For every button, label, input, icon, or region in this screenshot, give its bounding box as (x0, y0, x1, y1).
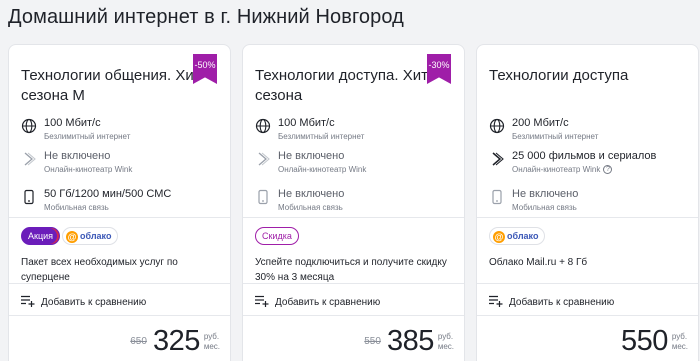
phone-icon (24, 189, 34, 205)
discount-tag: Скидка (255, 227, 299, 245)
price-unit: руб. мес. (672, 332, 688, 352)
divider (243, 217, 464, 218)
feature-caption-text: Онлайн-кинотеатр Wink (512, 165, 601, 174)
discount-badge: -30% (427, 54, 451, 84)
discount-badge: -50% (193, 54, 217, 84)
price: 385 (386, 325, 434, 357)
compare-list-icon (255, 295, 269, 307)
tariff-card-2[interactable]: Технологии доступа. Хит сезона -30% 100 … (242, 44, 465, 361)
oblako-label: облако (507, 231, 539, 241)
feature-caption: Онлайн-кинотеатр Wink (44, 165, 133, 174)
feature-value: 100 Мбит/с (278, 117, 335, 129)
divider (477, 283, 698, 284)
add-to-compare-button[interactable]: Добавить к сравнению (489, 295, 614, 308)
feature-value: Не включено (44, 150, 111, 162)
price-currency: руб. (671, 332, 688, 341)
phone-icon (258, 189, 268, 205)
action-tag: Акция (21, 227, 60, 245)
card-title[interactable]: Технологии доступа. Хит сезона (255, 66, 435, 106)
divider (243, 283, 464, 284)
feature-caption: Безлимитный интернет (512, 132, 599, 141)
feature-caption: Мобильная связь (278, 203, 343, 212)
price-currency: руб. (203, 332, 220, 341)
oblako-label: облако (80, 231, 112, 241)
divider (9, 315, 230, 316)
tv-tag-icon (258, 152, 270, 166)
tv-tag-icon (492, 152, 504, 166)
feature-value: 25 000 фильмов и сериалов (512, 150, 657, 162)
feature-caption: Безлимитный интернет (278, 132, 365, 141)
divider (9, 283, 230, 284)
tv-tag-icon (24, 152, 36, 166)
feature-value: 200 Мбит/с (512, 117, 569, 129)
old-price: 550 (364, 336, 381, 347)
price: 550 (620, 325, 668, 357)
compare-label: Добавить к сравнению (509, 297, 615, 308)
price-period: мес. (437, 342, 454, 351)
add-to-compare-button[interactable]: Добавить к сравнению (21, 295, 146, 308)
price-period: мес. (203, 342, 220, 351)
globe-icon (489, 118, 505, 134)
help-icon[interactable]: ? (603, 165, 613, 175)
divider (243, 315, 464, 316)
price-period: мес. (671, 342, 688, 351)
compare-label: Добавить к сравнению (41, 297, 147, 308)
price-unit: руб. мес. (204, 332, 220, 352)
price-block: 650 325 руб. мес. (130, 325, 220, 361)
price-block: 550 385 руб. мес. (364, 325, 454, 361)
feature-caption: Мобильная связь (44, 203, 109, 212)
tariff-card-1[interactable]: Технологии общения. Хит сезона М -50% 10… (8, 44, 231, 361)
divider (477, 315, 698, 316)
feature-value: Не включено (278, 188, 345, 200)
divider (9, 217, 230, 218)
promo-text: Успейте подключиться и получите скидку 3… (255, 257, 447, 283)
tariff-card-3[interactable]: Технологии доступа 200 Мбит/с Безлимитны… (476, 44, 699, 361)
card-title[interactable]: Технологии общения. Хит сезона М (21, 66, 201, 106)
price-unit: руб. мес. (438, 332, 454, 352)
globe-icon (21, 118, 37, 134)
feature-caption: Онлайн-кинотеатр Wink (278, 165, 367, 174)
feature-caption: Мобильная связь (512, 203, 577, 212)
divider (477, 217, 698, 218)
page-title: Домашний интернет в г. Нижний Новгород (8, 6, 404, 28)
price: 325 (152, 325, 200, 357)
compare-list-icon (489, 295, 503, 307)
phone-icon (492, 189, 502, 205)
feature-value: 50 Гб/1200 мин/500 СМС (44, 188, 172, 200)
compare-list-icon (21, 295, 35, 307)
oblako-logo-icon: @ (493, 231, 505, 243)
feature-value: 100 Мбит/с (44, 117, 101, 129)
oblako-logo-icon: @ (66, 231, 78, 243)
card-title[interactable]: Технологии доступа (489, 66, 669, 86)
promo-text: Облако Mail.ru + 8 Гб (489, 257, 588, 268)
add-to-compare-button[interactable]: Добавить к сравнению (255, 295, 380, 308)
feature-caption: Безлимитный интернет (44, 132, 131, 141)
price-block: 550 руб. мес. (621, 325, 688, 361)
feature-value: Не включено (278, 150, 345, 162)
price-currency: руб. (437, 332, 454, 341)
oblako-tag: @ облако (489, 227, 546, 245)
old-price: 650 (130, 336, 147, 347)
feature-value: Не включено (512, 188, 579, 200)
globe-icon (255, 118, 271, 134)
oblako-tag: @ облако (62, 227, 119, 245)
feature-caption: Онлайн-кинотеатр Wink? (512, 165, 613, 175)
compare-label: Добавить к сравнению (275, 297, 381, 308)
promo-text: Пакет всех необходимых услуг по суперцен… (21, 257, 178, 283)
